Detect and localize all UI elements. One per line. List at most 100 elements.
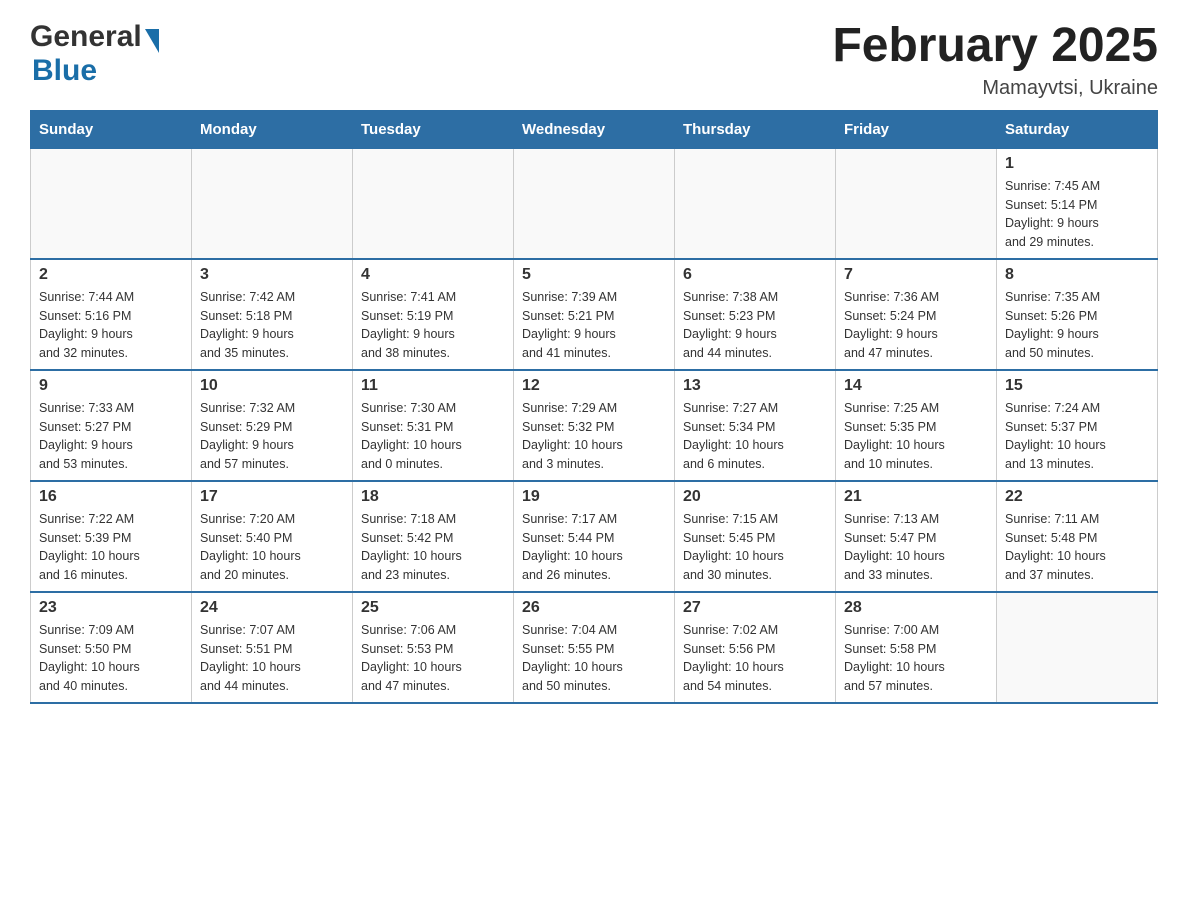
calendar-cell: 16Sunrise: 7:22 AMSunset: 5:39 PMDayligh…	[31, 481, 192, 592]
logo-blue-text: Blue	[32, 54, 97, 88]
calendar-cell: 25 Sunrise: 7:06 AMSunset: 5:53 PMDayligh…	[353, 592, 514, 703]
calendar-cell: 26 Sunrise: 7:04 AMSunset: 5:55 PMDayligh…	[514, 592, 675, 703]
calendar-cell: 14 Sunrise: 7:25 AMSunset: 5:35 PMDayligh…	[836, 370, 997, 481]
day-info: Sunrise: 7:36 AMSunset: 5:24 PMDaylight:…	[844, 288, 988, 363]
weekday-header-friday: Friday	[836, 110, 997, 148]
calendar-cell: 13 Sunrise: 7:27 AMSunset: 5:34 PMDayligh…	[675, 370, 836, 481]
calendar-cell	[353, 148, 514, 259]
calendar-week-row: 23 Sunrise: 7:09 AMSunset: 5:50 PMDayligh…	[31, 592, 1158, 703]
calendar-cell	[997, 592, 1158, 703]
calendar-cell: 18 Sunrise: 7:18 AMSunset: 5:42 PMDayligh…	[353, 481, 514, 592]
day-number: 27	[683, 599, 827, 617]
day-info: Sunrise: 7:44 AMSunset: 5:16 PMDaylight:…	[39, 288, 183, 363]
title-section: February 2025 Mamayvtsi, Ukraine	[832, 20, 1158, 100]
day-number: 6	[683, 266, 827, 284]
day-number: 13	[683, 377, 827, 395]
day-info: Sunrise: 7:13 AMSunset: 5:47 PMDaylight:…	[844, 510, 988, 585]
day-info: Sunrise: 7:15 AMSunset: 5:45 PMDaylight:…	[683, 510, 827, 585]
day-number: 24	[200, 599, 344, 617]
day-number: 25	[361, 599, 505, 617]
day-number: 11	[361, 377, 505, 395]
day-number: 4	[361, 266, 505, 284]
weekday-header-tuesday: Tuesday	[353, 110, 514, 148]
day-info: Sunrise: 7:32 AMSunset: 5:29 PMDaylight:…	[200, 399, 344, 474]
calendar-cell: 1Sunrise: 7:45 AMSunset: 5:14 PMDaylight…	[997, 148, 1158, 259]
day-number: 17	[200, 488, 344, 506]
day-number: 2	[39, 266, 183, 284]
day-number: 5	[522, 266, 666, 284]
day-info: Sunrise: 7:06 AMSunset: 5:53 PMDaylight:…	[361, 621, 505, 696]
day-info: Sunrise: 7:04 AMSunset: 5:55 PMDaylight:…	[522, 621, 666, 696]
calendar-cell: 22 Sunrise: 7:11 AMSunset: 5:48 PMDayligh…	[997, 481, 1158, 592]
calendar-cell: 17 Sunrise: 7:20 AMSunset: 5:40 PMDayligh…	[192, 481, 353, 592]
weekday-header-saturday: Saturday	[997, 110, 1158, 148]
day-info: Sunrise: 7:24 AMSunset: 5:37 PMDaylight:…	[1005, 399, 1149, 474]
calendar-cell: 2 Sunrise: 7:44 AMSunset: 5:16 PMDaylight…	[31, 259, 192, 370]
calendar-week-row: 16Sunrise: 7:22 AMSunset: 5:39 PMDayligh…	[31, 481, 1158, 592]
day-info: Sunrise: 7:20 AMSunset: 5:40 PMDaylight:…	[200, 510, 344, 585]
calendar-cell	[31, 148, 192, 259]
day-number: 3	[200, 266, 344, 284]
day-number: 21	[844, 488, 988, 506]
day-info: Sunrise: 7:39 AMSunset: 5:21 PMDaylight:…	[522, 288, 666, 363]
day-number: 10	[200, 377, 344, 395]
day-info: Sunrise: 7:29 AMSunset: 5:32 PMDaylight:…	[522, 399, 666, 474]
calendar-week-row: 1Sunrise: 7:45 AMSunset: 5:14 PMDaylight…	[31, 148, 1158, 259]
calendar-cell: 19Sunrise: 7:17 AMSunset: 5:44 PMDayligh…	[514, 481, 675, 592]
day-number: 23	[39, 599, 183, 617]
calendar-cell: 11 Sunrise: 7:30 AMSunset: 5:31 PMDayligh…	[353, 370, 514, 481]
day-info: Sunrise: 7:35 AMSunset: 5:26 PMDaylight:…	[1005, 288, 1149, 363]
calendar-cell	[192, 148, 353, 259]
day-number: 1	[1005, 155, 1149, 173]
day-number: 7	[844, 266, 988, 284]
weekday-header-row: SundayMondayTuesdayWednesdayThursdayFrid…	[31, 110, 1158, 148]
logo: General Blue	[30, 20, 162, 88]
location-label: Mamayvtsi, Ukraine	[832, 77, 1158, 100]
calendar-cell: 21 Sunrise: 7:13 AMSunset: 5:47 PMDayligh…	[836, 481, 997, 592]
calendar-cell	[514, 148, 675, 259]
day-number: 9	[39, 377, 183, 395]
calendar-cell: 15Sunrise: 7:24 AMSunset: 5:37 PMDayligh…	[997, 370, 1158, 481]
day-number: 14	[844, 377, 988, 395]
calendar-cell: 20 Sunrise: 7:15 AMSunset: 5:45 PMDayligh…	[675, 481, 836, 592]
page-header: General Blue February 2025 Mamayvtsi, Uk…	[30, 20, 1158, 100]
weekday-header-wednesday: Wednesday	[514, 110, 675, 148]
day-info: Sunrise: 7:11 AMSunset: 5:48 PMDaylight:…	[1005, 510, 1149, 585]
calendar-cell: 8 Sunrise: 7:35 AMSunset: 5:26 PMDaylight…	[997, 259, 1158, 370]
day-number: 20	[683, 488, 827, 506]
day-number: 22	[1005, 488, 1149, 506]
day-info: Sunrise: 7:02 AMSunset: 5:56 PMDaylight:…	[683, 621, 827, 696]
calendar-week-row: 2 Sunrise: 7:44 AMSunset: 5:16 PMDaylight…	[31, 259, 1158, 370]
calendar-cell: 23 Sunrise: 7:09 AMSunset: 5:50 PMDayligh…	[31, 592, 192, 703]
day-info: Sunrise: 7:27 AMSunset: 5:34 PMDaylight:…	[683, 399, 827, 474]
weekday-header-thursday: Thursday	[675, 110, 836, 148]
day-info: Sunrise: 7:30 AMSunset: 5:31 PMDaylight:…	[361, 399, 505, 474]
calendar-cell: 28Sunrise: 7:00 AMSunset: 5:58 PMDayligh…	[836, 592, 997, 703]
calendar-cell: 10 Sunrise: 7:32 AMSunset: 5:29 PMDayligh…	[192, 370, 353, 481]
logo-general-text: General	[30, 20, 142, 54]
weekday-header-monday: Monday	[192, 110, 353, 148]
calendar-cell: 7 Sunrise: 7:36 AMSunset: 5:24 PMDaylight…	[836, 259, 997, 370]
day-number: 19	[522, 488, 666, 506]
logo-triangle-icon	[145, 29, 159, 53]
calendar-cell: 4 Sunrise: 7:41 AMSunset: 5:19 PMDaylight…	[353, 259, 514, 370]
day-info: Sunrise: 7:09 AMSunset: 5:50 PMDaylight:…	[39, 621, 183, 696]
calendar-cell: 24 Sunrise: 7:07 AMSunset: 5:51 PMDayligh…	[192, 592, 353, 703]
calendar-table: SundayMondayTuesdayWednesdayThursdayFrid…	[30, 110, 1158, 704]
calendar-cell	[836, 148, 997, 259]
day-number: 18	[361, 488, 505, 506]
day-info: Sunrise: 7:25 AMSunset: 5:35 PMDaylight:…	[844, 399, 988, 474]
calendar-cell: 12Sunrise: 7:29 AMSunset: 5:32 PMDayligh…	[514, 370, 675, 481]
calendar-cell	[675, 148, 836, 259]
day-info: Sunrise: 7:22 AMSunset: 5:39 PMDaylight:…	[39, 510, 183, 585]
day-info: Sunrise: 7:18 AMSunset: 5:42 PMDaylight:…	[361, 510, 505, 585]
day-number: 28	[844, 599, 988, 617]
day-info: Sunrise: 7:07 AMSunset: 5:51 PMDaylight:…	[200, 621, 344, 696]
calendar-cell: 3Sunrise: 7:42 AMSunset: 5:18 PMDaylight…	[192, 259, 353, 370]
day-info: Sunrise: 7:41 AMSunset: 5:19 PMDaylight:…	[361, 288, 505, 363]
calendar-week-row: 9 Sunrise: 7:33 AMSunset: 5:27 PMDaylight…	[31, 370, 1158, 481]
calendar-cell: 27 Sunrise: 7:02 AMSunset: 5:56 PMDayligh…	[675, 592, 836, 703]
day-number: 26	[522, 599, 666, 617]
day-info: Sunrise: 7:33 AMSunset: 5:27 PMDaylight:…	[39, 399, 183, 474]
day-number: 8	[1005, 266, 1149, 284]
